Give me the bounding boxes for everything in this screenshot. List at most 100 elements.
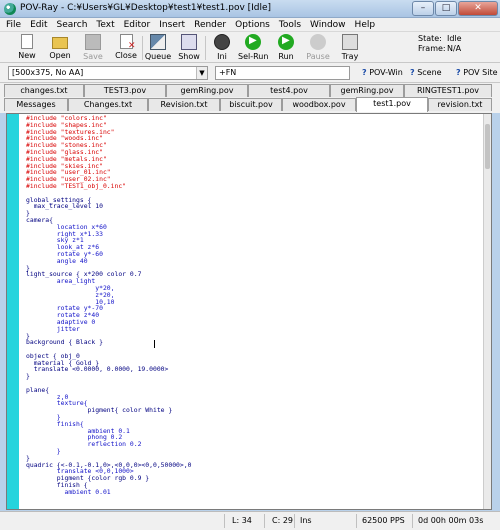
queue-button[interactable]: Queue	[143, 34, 173, 62]
open-label: Open	[49, 51, 71, 60]
close-file-button[interactable]: Close	[111, 34, 141, 62]
code-text[interactable]: #include "colors.inc" #include "shapes.in…	[26, 115, 191, 496]
editor-tabs: changes.txt TEST3.pov gemRing.pov test4.…	[0, 83, 500, 113]
state-label: State:	[418, 34, 442, 43]
tab-test4-pov[interactable]: test4.pov	[248, 84, 330, 97]
menu-search[interactable]: Search	[57, 20, 88, 30]
tray-icon	[342, 34, 358, 50]
code-line[interactable]: }	[26, 373, 191, 380]
queue-label: Queue	[144, 52, 172, 61]
pov-site-label: POV Site	[463, 68, 498, 77]
menu-options[interactable]: Options	[235, 20, 270, 30]
close-label: Close	[115, 51, 137, 60]
tab-revision-txt-2[interactable]: revision.txt	[428, 98, 492, 111]
save-disk-icon	[85, 34, 101, 50]
run-label: Run	[278, 52, 294, 61]
help-icon: ?	[362, 68, 367, 77]
menu-edit[interactable]: Edit	[30, 20, 47, 30]
command-line-input[interactable]: +FN	[215, 66, 350, 80]
show-label: Show	[178, 52, 200, 61]
menu-text[interactable]: Text	[96, 20, 114, 30]
save-button[interactable]: Save	[78, 34, 108, 62]
code-editor[interactable]: #include "colors.inc" #include "shapes.in…	[6, 113, 492, 510]
frame-value: N/A	[447, 44, 462, 53]
ini-button[interactable]: Ini	[207, 34, 237, 62]
code-line[interactable]: background { Black }	[26, 339, 191, 346]
sel-run-button[interactable]: Sel-Run	[238, 34, 268, 62]
tab-gemring-pov[interactable]: gemRing.pov	[166, 84, 248, 97]
code-line[interactable]: translate <0.0000, 0.0000, 19.0000>	[26, 366, 191, 373]
pause-label: Pause	[306, 52, 330, 61]
tab-test1-pov[interactable]: test1.pov	[356, 97, 428, 112]
menu-help[interactable]: Help	[355, 20, 376, 30]
minimize-button[interactable]: –	[412, 1, 434, 16]
tab-test3-pov[interactable]: TEST3.pov	[84, 84, 166, 97]
tab-ringtest1-pov[interactable]: RINGTEST1.pov	[404, 84, 492, 97]
help-icon: ?	[410, 68, 415, 77]
status-divider	[294, 514, 295, 528]
code-line[interactable]: #include "TEST1_obj_0.inc"	[26, 183, 191, 190]
scene-link[interactable]: ? Scene	[410, 68, 442, 77]
status-divider	[412, 514, 413, 528]
open-folder-icon	[52, 37, 68, 49]
menu-file[interactable]: File	[6, 20, 21, 30]
tab-messages[interactable]: Messages	[4, 98, 68, 111]
open-button[interactable]: Open	[45, 34, 75, 62]
render-time: 0d 00h 00m 03s	[418, 516, 484, 525]
scrollbar-thumb[interactable]	[485, 124, 490, 169]
tray-label: Tray	[341, 52, 359, 61]
tab-woodbox-pov[interactable]: woodbox.pov	[282, 98, 356, 111]
column-number: C: 29	[272, 516, 294, 525]
tray-button[interactable]: Tray	[335, 34, 365, 62]
code-line[interactable]: angle 40	[26, 257, 191, 265]
window-controls: – □ ✕	[412, 1, 498, 16]
close-window-button[interactable]: ✕	[458, 1, 498, 16]
menu-insert[interactable]: Insert	[159, 20, 185, 30]
text-caret	[154, 340, 155, 348]
sel-run-label: Sel-Run	[238, 52, 269, 61]
run-icon	[278, 34, 294, 50]
maximize-button[interactable]: □	[435, 1, 457, 16]
insert-mode: Ins	[300, 516, 312, 525]
pov-win-link[interactable]: ? POV-Win	[362, 68, 403, 77]
status-divider	[264, 514, 265, 528]
pause-button[interactable]: Pause	[303, 34, 333, 62]
state-value: Idle	[447, 34, 462, 43]
render-status: State: Idle Frame:N/A	[418, 34, 462, 54]
close-file-icon	[119, 34, 136, 51]
resolution-select[interactable]: [500x375, No AA] ▼	[8, 66, 208, 80]
pause-icon	[310, 34, 326, 50]
code-line[interactable]: ambient 0.01	[26, 489, 191, 496]
code-line[interactable]: max_trace_level 10	[26, 203, 191, 210]
tab-gemring-pov-2[interactable]: gemRing.pov	[330, 84, 404, 97]
povray-app-icon	[4, 3, 16, 15]
tab-changes-txt-2[interactable]: Changes.txt	[68, 98, 148, 111]
code-line[interactable]: jitter	[26, 325, 191, 333]
ini-icon	[214, 34, 230, 50]
menu-editor[interactable]: Editor	[124, 20, 151, 30]
vertical-scrollbar[interactable]	[483, 114, 491, 509]
chevron-down-icon[interactable]: ▼	[196, 67, 207, 79]
tab-biscuit-pov[interactable]: biscuit.pov	[220, 98, 282, 111]
pov-site-link[interactable]: ? POV Site	[456, 68, 498, 77]
code-line[interactable]	[26, 380, 191, 387]
queue-icon	[150, 34, 166, 50]
menu-window[interactable]: Window	[310, 20, 346, 30]
new-file-icon	[21, 34, 33, 49]
menu-render[interactable]: Render	[194, 20, 226, 30]
editor-gutter[interactable]	[7, 114, 19, 509]
show-icon	[181, 34, 197, 50]
menu-tools[interactable]: Tools	[279, 20, 301, 30]
ini-label: Ini	[217, 52, 227, 61]
pov-win-label: POV-Win	[369, 68, 403, 77]
show-button[interactable]: Show	[174, 34, 204, 62]
scene-label: Scene	[417, 68, 442, 77]
main-toolbar: New Open Save Close Queue Show Ini Sel-R…	[0, 32, 500, 63]
window-title: POV-Ray - C:¥Users¥GL¥Desktop¥test1¥test…	[20, 3, 272, 13]
code-line[interactable]: }	[26, 448, 191, 455]
help-icon: ?	[456, 68, 461, 77]
new-button[interactable]: New	[12, 34, 42, 62]
tab-revision-txt[interactable]: Revision.txt	[148, 98, 220, 111]
run-button[interactable]: Run	[271, 34, 301, 62]
tab-changes-txt[interactable]: changes.txt	[4, 84, 84, 97]
